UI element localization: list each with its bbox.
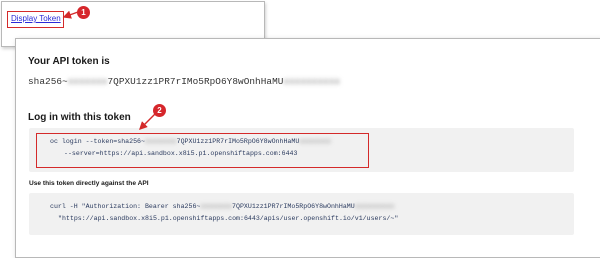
curl-command-prefix: curl -H "Authorization: Bearer sha256~ [50, 203, 201, 210]
token-visible: 7QPXU1zz1PR7rIMo5RpO6Y8wOnhHaMU [107, 76, 284, 87]
token-title: Your API token is [28, 56, 110, 67]
curl-command-line-1: curl -H "Authorization: Bearer sha256~xx… [50, 203, 394, 210]
token-redacted-tail: xxxxxxxxxx [283, 76, 341, 87]
login-command-highlight [36, 133, 369, 168]
curl-command-line-2: "https://api.sandbox.x8i5.p1.openshiftap… [58, 215, 399, 222]
direct-api-heading: Use this token directly against the API [29, 180, 149, 187]
curl-token-redacted-tail: xxxxxxxxxx [354, 203, 395, 210]
curl-token-visible: 7QPXU1zz1PR7rIMo5RpO6Y8wOnhHaMU [232, 203, 355, 210]
api-token-value: sha256~xxxxxxx7QPXU1zz1PR7rIMo5RpO6Y8wOn… [28, 76, 340, 87]
step-1-badge: 1 [77, 6, 90, 19]
curl-command-block[interactable]: curl -H "Authorization: Bearer sha256~xx… [29, 193, 574, 235]
login-heading: Log in with this token [28, 112, 131, 123]
api-token-panel: Your API token is sha256~xxxxxxx7QPXU1zz… [15, 38, 600, 258]
display-token-link[interactable]: Display Token [11, 14, 61, 23]
curl-token-redacted: xxxxxxxx [200, 203, 233, 210]
display-token-highlight: Display Token [7, 11, 64, 28]
token-prefix: sha256~ [28, 76, 68, 87]
token-redacted: xxxxxxx [67, 76, 108, 87]
step-2-badge: 2 [153, 104, 166, 117]
